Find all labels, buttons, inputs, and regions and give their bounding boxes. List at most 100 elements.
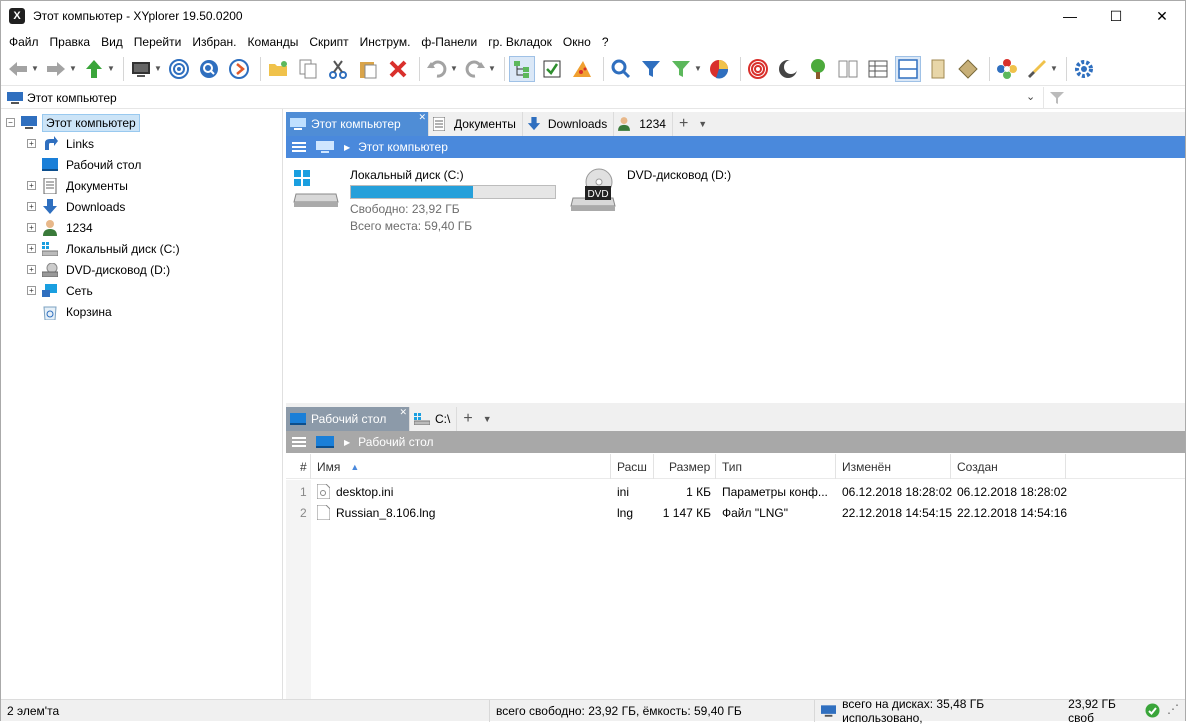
forward-dropdown-icon[interactable]: ▼: [69, 64, 77, 73]
computer-button[interactable]: [128, 56, 154, 82]
cut-button[interactable]: [325, 56, 351, 82]
tab-this-pc[interactable]: Этот компьютер ✕: [286, 112, 429, 136]
menu-favorites[interactable]: Избран.: [188, 35, 243, 49]
delete-button[interactable]: [385, 56, 411, 82]
tab-user[interactable]: 1234: [614, 112, 673, 136]
new-folder-button[interactable]: [265, 56, 291, 82]
menu-window[interactable]: Окно: [559, 35, 598, 49]
tree-item-desktop[interactable]: Рабочий стол: [27, 154, 144, 175]
tree-expand-icon[interactable]: +: [27, 181, 36, 190]
tree-button[interactable]: [805, 56, 831, 82]
menu-tab-groups[interactable]: гр. Вкладок: [484, 35, 559, 49]
breadcrumb-chevron-icon[interactable]: ▶: [344, 143, 350, 152]
tree-item-this-pc[interactable]: − Этот компьютер: [6, 112, 140, 133]
find-button[interactable]: [196, 56, 222, 82]
column-header-extension[interactable]: Расш: [611, 454, 654, 479]
menu-help[interactable]: ?: [598, 35, 616, 49]
resize-grip-icon[interactable]: ⋰: [1167, 702, 1179, 716]
maximize-button[interactable]: ☐: [1093, 1, 1139, 31]
copy-button[interactable]: [295, 56, 321, 82]
tree-item-user[interactable]: + 1234: [27, 217, 96, 238]
tab-desktop[interactable]: Рабочий стол ✕: [286, 407, 410, 431]
color-button[interactable]: [994, 56, 1020, 82]
tag-button[interactable]: [955, 56, 981, 82]
undo-dropdown-icon[interactable]: ▼: [450, 64, 458, 73]
hamburger-menu-icon[interactable]: [292, 437, 306, 447]
tree-item-recycle-bin[interactable]: Корзина: [27, 301, 115, 322]
highlight-dropdown-icon[interactable]: ▼: [1050, 64, 1058, 73]
spiral-button[interactable]: [745, 56, 771, 82]
highlight-button[interactable]: [1024, 56, 1050, 82]
menu-script[interactable]: Скрипт: [305, 35, 355, 49]
table-row[interactable]: 1 desktop.ini ini 1 КБ Параметры конф...…: [286, 481, 1185, 502]
tab-drive-c[interactable]: C:\: [410, 407, 458, 431]
menu-commands[interactable]: Команды: [244, 35, 306, 49]
menu-panels[interactable]: ф-Панели: [417, 35, 484, 49]
undo-button[interactable]: [424, 56, 450, 82]
tree-item-drive-c[interactable]: + Локальный диск (C:): [27, 238, 183, 259]
new-tab-plus-icon[interactable]: +: [673, 112, 694, 136]
table-row[interactable]: 2 Russian_8.106.lng lng 1 147 КБ Файл "L…: [286, 502, 1185, 523]
go-button[interactable]: [226, 56, 252, 82]
horizontal-split-button[interactable]: [895, 55, 921, 82]
search-button[interactable]: [608, 56, 634, 82]
tree-expand-icon[interactable]: +: [27, 223, 36, 232]
settings-button[interactable]: [1071, 56, 1097, 82]
menu-tools[interactable]: Инструм.: [356, 35, 418, 49]
address-history-chevron-icon[interactable]: ⌄: [1026, 90, 1035, 103]
bookmark-button[interactable]: [925, 56, 951, 82]
tree-expand-icon[interactable]: +: [27, 139, 36, 148]
tab-list-dropdown-icon[interactable]: ▼: [694, 112, 711, 136]
tab-close-icon[interactable]: ✕: [399, 407, 407, 418]
back-button[interactable]: [5, 56, 31, 82]
tab-list-dropdown-icon[interactable]: ▼: [479, 407, 496, 431]
color-filter-dropdown-icon[interactable]: ▼: [694, 64, 702, 73]
menu-view[interactable]: Вид: [97, 35, 130, 49]
up-button[interactable]: [81, 56, 107, 82]
tab-documents[interactable]: Документы: [429, 112, 523, 136]
column-header-type[interactable]: Тип: [716, 454, 836, 479]
tab-close-icon[interactable]: ✕: [418, 112, 426, 123]
tree-expand-icon[interactable]: +: [27, 202, 36, 211]
filter-button[interactable]: [638, 56, 664, 82]
preview-button[interactable]: [569, 56, 595, 82]
minimize-button[interactable]: —: [1047, 1, 1093, 31]
close-button[interactable]: ✕: [1139, 1, 1185, 31]
tree-item-dvd-d[interactable]: + DVD-дисковод (D:): [27, 259, 173, 280]
tree-toggle-button[interactable]: [509, 55, 535, 82]
target-button[interactable]: [166, 56, 192, 82]
computer-dropdown-icon[interactable]: ▼: [154, 64, 162, 73]
tree-item-downloads[interactable]: + Downloads: [27, 196, 128, 217]
paste-button[interactable]: [355, 56, 381, 82]
breadcrumb-chevron-icon[interactable]: ▶: [344, 438, 350, 447]
color-filter-button[interactable]: [668, 56, 694, 82]
column-header-created[interactable]: Создан: [951, 454, 1066, 479]
tree-expand-icon[interactable]: +: [27, 286, 36, 295]
dark-mode-button[interactable]: [775, 56, 801, 82]
column-header-size[interactable]: Размер: [654, 454, 716, 479]
redo-button[interactable]: [462, 56, 488, 82]
drive-d-tile[interactable]: DVD DVD-дисковод (D:): [569, 168, 731, 212]
pie-chart-button[interactable]: [706, 56, 732, 82]
breadcrumb-desktop[interactable]: Рабочий стол: [358, 435, 433, 449]
tree-item-network[interactable]: + Сеть: [27, 280, 96, 301]
address-bar[interactable]: Этот компьютер ⌄: [1, 87, 1185, 109]
column-header-name[interactable]: Имя ▲: [311, 454, 611, 479]
quick-filter-box[interactable]: [1043, 87, 1185, 109]
details-view-button[interactable]: [865, 56, 891, 82]
hamburger-menu-icon[interactable]: [292, 142, 306, 152]
tree-item-links[interactable]: + Links: [27, 133, 97, 154]
checkbox-button[interactable]: [539, 56, 565, 82]
up-dropdown-icon[interactable]: ▼: [107, 64, 115, 73]
tree-expand-icon[interactable]: +: [27, 265, 36, 274]
menu-edit[interactable]: Правка: [46, 35, 98, 49]
breadcrumb-this-pc[interactable]: Этот компьютер: [358, 140, 448, 154]
redo-dropdown-icon[interactable]: ▼: [488, 64, 496, 73]
column-header-modified[interactable]: Изменён: [836, 454, 951, 479]
tree-item-documents[interactable]: + Документы: [27, 175, 131, 196]
menu-file[interactable]: Файл: [5, 35, 46, 49]
address-input[interactable]: Этот компьютер: [27, 91, 117, 105]
new-tab-plus-icon[interactable]: +: [457, 407, 478, 431]
tree-expand-icon[interactable]: +: [27, 244, 36, 253]
tab-downloads[interactable]: Downloads: [523, 112, 615, 136]
